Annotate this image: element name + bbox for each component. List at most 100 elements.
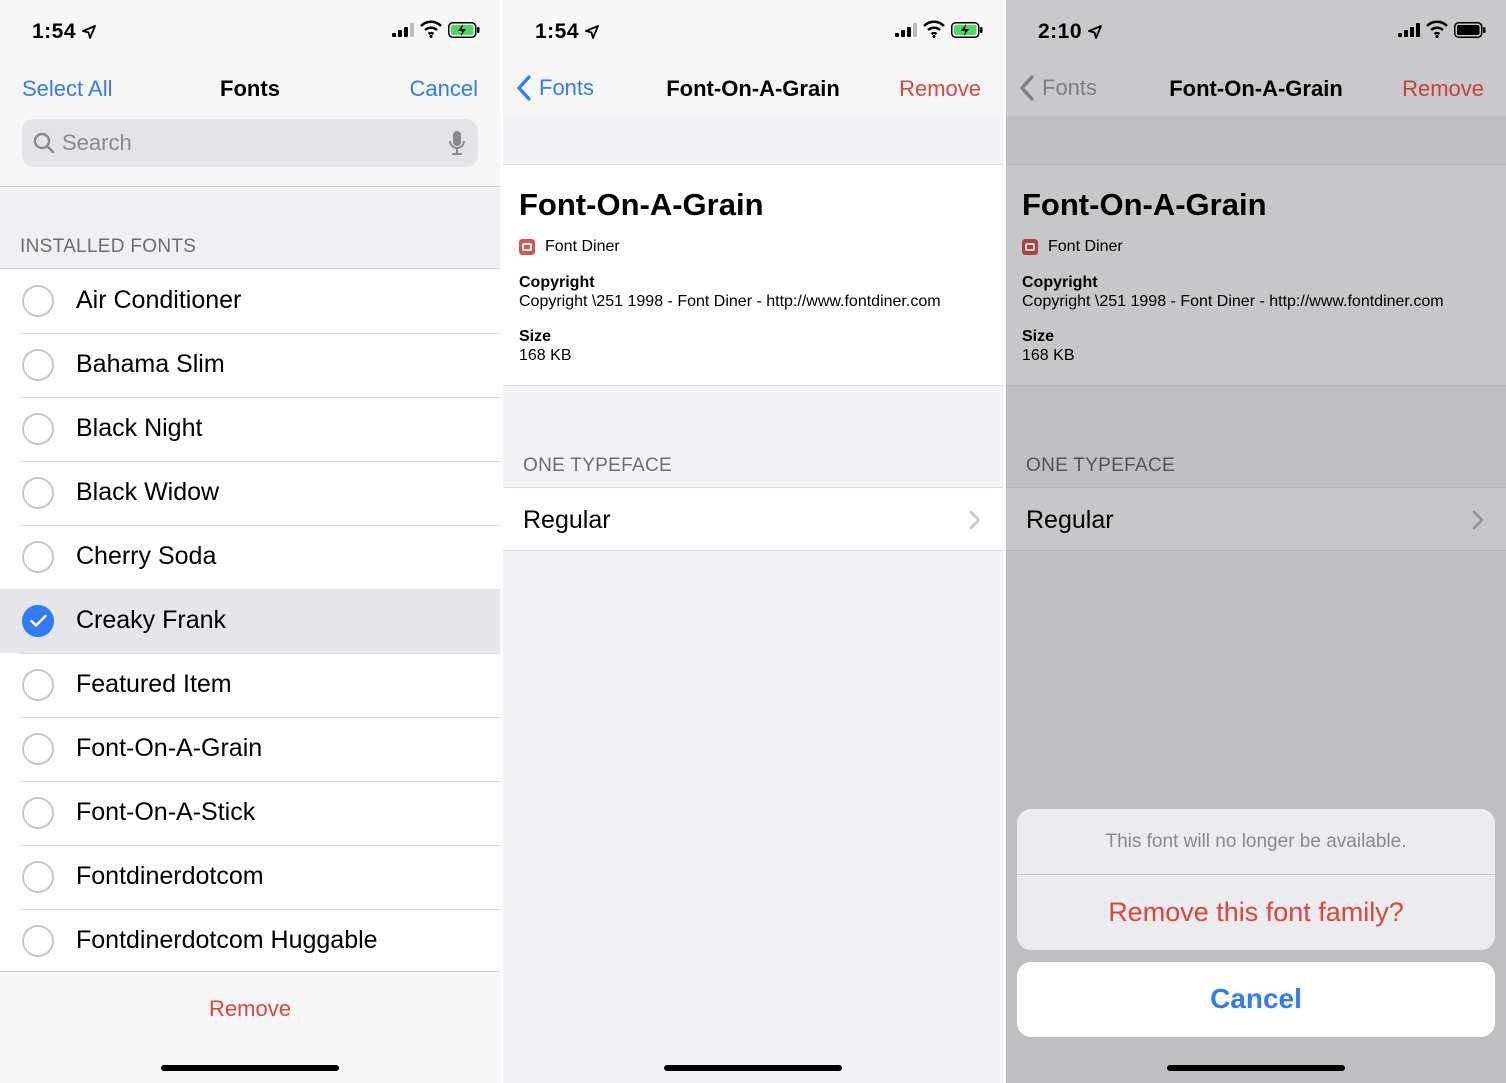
- location-arrow-icon: [585, 25, 599, 40]
- navigation-bar: Fonts Font-On-A-Grain Remove: [503, 62, 1003, 116]
- search-input[interactable]: [62, 119, 432, 167]
- font-row[interactable]: Creaky Frank: [0, 589, 500, 654]
- action-sheet-cancel-button[interactable]: Cancel: [1017, 962, 1495, 1037]
- copyright-value: Copyright \251 1998 - Font Diner - http:…: [1022, 293, 1444, 310]
- search-icon: [33, 132, 55, 154]
- back-button: Fonts: [1018, 74, 1097, 102]
- font-family-title: Font-On-A-Grain: [1022, 187, 1267, 222]
- home-indicator[interactable]: [664, 1065, 842, 1071]
- empty-circle-icon[interactable]: [22, 285, 54, 317]
- font-row[interactable]: Fontdinerdotcom: [0, 845, 500, 910]
- size-value: 168 KB: [1022, 347, 1075, 364]
- select-all-button[interactable]: Select All: [22, 76, 113, 102]
- remove-confirmation-screen: 2:10 Fonts Font-On-A-Grain Remove Font-O…: [1006, 0, 1506, 1083]
- empty-circle-icon[interactable]: [22, 477, 54, 509]
- typeface-row-regular: Regular: [1006, 487, 1506, 551]
- back-label: Fonts: [539, 75, 595, 100]
- wifi-icon: [1426, 20, 1448, 38]
- navigation-bar: Fonts Font-On-A-Grain Remove: [1006, 62, 1506, 116]
- font-detail-screen: 1:54 Fonts Font-On-A-Grain Remove Font-O…: [503, 0, 1003, 1083]
- empty-circle-icon[interactable]: [22, 413, 54, 445]
- font-row[interactable]: Font-On-A-Grain: [0, 717, 500, 782]
- font-row[interactable]: Font-On-A-Stick: [0, 781, 500, 846]
- back-label: Fonts: [1042, 75, 1098, 100]
- empty-circle-icon[interactable]: [22, 669, 54, 701]
- size-label: Size: [519, 328, 552, 345]
- status-bar: 1:54: [0, 0, 500, 62]
- home-indicator[interactable]: [1167, 1065, 1345, 1071]
- font-name: Font-On-A-Grain: [76, 734, 263, 762]
- font-row[interactable]: Cherry Soda: [0, 525, 500, 590]
- section-header: ONE TYPEFACE: [523, 455, 672, 476]
- navigation-bar: Select All Fonts Cancel: [0, 62, 500, 116]
- wifi-icon: [420, 20, 442, 38]
- remove-button[interactable]: Remove: [899, 76, 981, 102]
- cellular-signal-icon: [895, 23, 917, 37]
- status-time: 1:54: [32, 20, 96, 44]
- font-row[interactable]: Black Night: [0, 397, 500, 462]
- font-info-card: Font-On-A-Grain Font Diner Copyright Cop…: [503, 164, 1003, 386]
- section-spacer: [1006, 116, 1506, 164]
- chevron-left-icon: [517, 75, 531, 101]
- remove-button[interactable]: Remove: [0, 996, 500, 1022]
- chevron-right-icon: [1472, 510, 1484, 530]
- copyright-label: Copyright: [519, 274, 595, 291]
- font-row[interactable]: Bahama Slim: [0, 333, 500, 398]
- font-name: Cherry Soda: [76, 542, 217, 570]
- empty-circle-icon[interactable]: [22, 925, 54, 957]
- font-row[interactable]: Black Widow: [0, 461, 500, 526]
- copyright-label: Copyright: [1022, 274, 1098, 291]
- search-bar[interactable]: [22, 119, 478, 167]
- battery-icon: [1454, 22, 1486, 38]
- font-name: Bahama Slim: [76, 350, 225, 378]
- section-header: ONE TYPEFACE: [1026, 455, 1175, 476]
- typeface-row-regular[interactable]: Regular: [503, 487, 1003, 551]
- font-row[interactable]: Featured Item: [0, 653, 500, 718]
- empty-circle-icon[interactable]: [22, 349, 54, 381]
- empty-circle-icon[interactable]: [22, 797, 54, 829]
- font-row[interactable]: Air Conditioner: [0, 269, 500, 334]
- status-time: 1:54: [535, 20, 599, 44]
- font-name: Black Widow: [76, 478, 220, 506]
- cancel-label: Cancel: [1210, 983, 1302, 1014]
- section-spacer: [503, 116, 1003, 164]
- empty-circle-icon[interactable]: [22, 861, 54, 893]
- remove-button: Remove: [1402, 76, 1484, 101]
- size-label: Size: [1022, 328, 1055, 345]
- font-row[interactable]: Fontdinerdotcom Huggable: [0, 909, 500, 973]
- back-button[interactable]: Fonts: [515, 74, 594, 102]
- status-time: 2:10: [1038, 20, 1102, 44]
- action-sheet-message: This font will no longer be available.: [1105, 831, 1407, 852]
- empty-circle-icon[interactable]: [22, 733, 54, 765]
- chevron-left-icon: [1020, 75, 1034, 101]
- home-indicator[interactable]: [161, 1065, 339, 1071]
- font-maker-name: Font Diner: [1048, 238, 1123, 255]
- font-name: Black Night: [76, 414, 203, 442]
- battery-charging-icon: [951, 22, 983, 38]
- font-info-card: Font-On-A-Grain Font Diner Copyright Cop…: [1006, 164, 1506, 386]
- font-name: Fontdinerdotcom: [76, 862, 264, 890]
- font-name: Fontdinerdotcom Huggable: [76, 926, 378, 954]
- empty-circle-icon[interactable]: [22, 541, 54, 573]
- fonts-list-screen: 1:54 Select All Fonts Cancel INSTALLED F…: [0, 0, 500, 1083]
- font-name: Creaky Frank: [76, 606, 227, 634]
- divider: [1017, 874, 1495, 875]
- checkmark-circle-icon[interactable]: [22, 605, 54, 637]
- microphone-icon[interactable]: [448, 130, 466, 156]
- typeface-label: Regular: [1026, 506, 1114, 534]
- font-maker: Font Diner: [1022, 238, 1123, 256]
- location-arrow-icon: [1088, 25, 1102, 40]
- cellular-signal-icon: [1398, 23, 1420, 37]
- remove-font-family-button[interactable]: Remove this font family?: [1017, 897, 1495, 928]
- size-value: 168 KB: [519, 347, 572, 364]
- chevron-right-icon: [969, 510, 981, 530]
- location-arrow-icon: [82, 25, 96, 40]
- font-maker: Font Diner: [519, 238, 620, 256]
- copyright-value: Copyright \251 1998 - Font Diner - http:…: [519, 293, 941, 310]
- font-name: Font-On-A-Stick: [76, 798, 256, 826]
- cancel-button[interactable]: Cancel: [410, 76, 478, 102]
- status-bar: 2:10: [1006, 0, 1506, 62]
- status-bar: 1:54: [503, 0, 1003, 62]
- battery-charging-icon: [448, 22, 480, 38]
- installed-fonts-list: Air Conditioner Bahama Slim Black Night Bla…: [0, 269, 500, 973]
